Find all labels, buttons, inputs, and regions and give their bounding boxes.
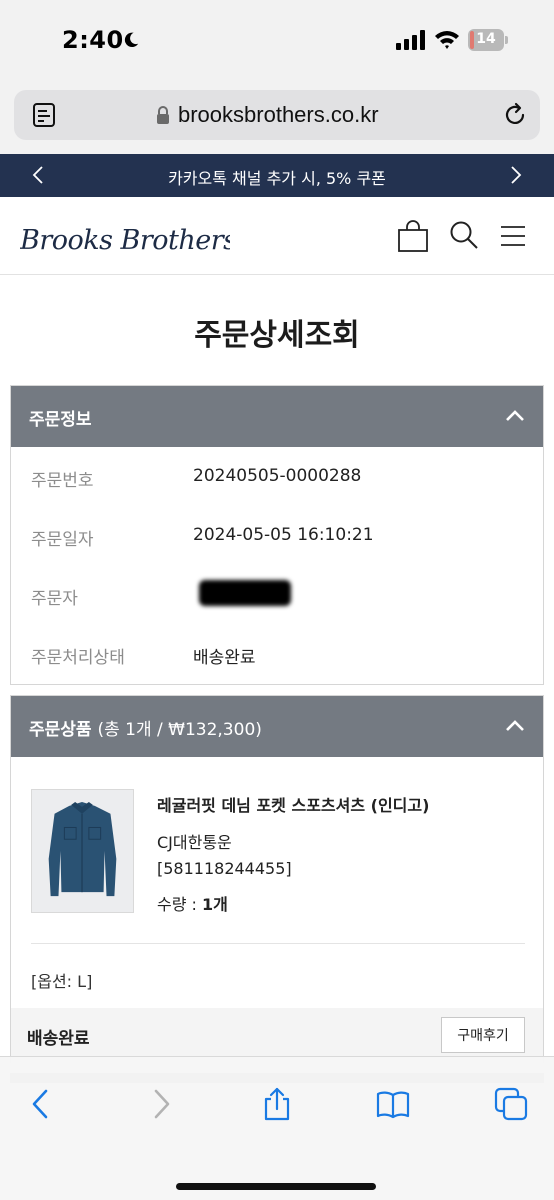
product-option: [옵션: L] xyxy=(31,972,93,991)
chevron-right-icon[interactable] xyxy=(504,164,526,186)
order-info-panel: 주문정보 주문번호 20240505-0000288 주문일자 2024-05-… xyxy=(10,385,544,685)
forward-icon[interactable] xyxy=(144,1087,178,1121)
info-label: 주문번호 xyxy=(31,471,94,491)
svg-text:Brooks Brothers: Brooks Brothers xyxy=(20,225,230,256)
info-label: 주문일자 xyxy=(31,530,94,550)
carrier-name: CJ대한통운 xyxy=(157,833,232,852)
order-summary: (총 1개 / ₩132,300) xyxy=(97,720,262,740)
promo-banner[interactable]: 카카오톡 채널 추가 시, 5% 쿠폰 xyxy=(0,154,554,197)
quantity-label: 수량 : xyxy=(157,895,203,914)
product-thumbnail[interactable] xyxy=(31,789,134,913)
quantity: 수량 : 1개 xyxy=(157,891,228,915)
reader-icon[interactable] xyxy=(32,103,56,127)
back-icon[interactable] xyxy=(24,1087,58,1121)
tabs-icon[interactable] xyxy=(494,1087,528,1121)
moon-icon xyxy=(124,32,139,48)
orderer-row: 주문자 xyxy=(31,580,531,609)
menu-icon[interactable] xyxy=(498,221,528,251)
battery-level: 14 xyxy=(476,31,496,47)
browser-toolbar: brooksbrothers.co.kr xyxy=(0,84,554,154)
chevron-up-icon[interactable] xyxy=(503,404,527,428)
info-label: 주문처리상태 xyxy=(31,648,125,668)
wifi-icon xyxy=(435,31,459,49)
address-bar[interactable]: brooksbrothers.co.kr xyxy=(14,90,540,140)
divider xyxy=(31,943,525,944)
promo-text[interactable]: 카카오톡 채널 추가 시, 5% 쿠폰 xyxy=(0,165,554,189)
chevron-up-icon[interactable] xyxy=(503,714,527,738)
order-info-header[interactable]: 주문정보 xyxy=(11,386,543,447)
shopping-bag-icon[interactable] xyxy=(396,219,430,253)
site-header: Brooks Brothers xyxy=(0,197,554,275)
delivery-status-row: 배송완료 구매후기 xyxy=(11,1008,543,1063)
order-info-heading: 주문정보 xyxy=(29,410,92,430)
tracking-number[interactable]: [581118244455] xyxy=(157,859,292,878)
info-value: 20240505-0000288 xyxy=(193,466,362,486)
order-status-row: 주문처리상태 배송완료 xyxy=(31,643,531,668)
info-label: 주문자 xyxy=(31,589,78,609)
write-review-button[interactable]: 구매후기 xyxy=(441,1017,525,1053)
quantity-value: 1개 xyxy=(202,895,228,914)
lock-icon xyxy=(157,106,169,124)
redacted-name xyxy=(199,580,291,606)
order-products-header[interactable]: 주문상품 (총 1개 / ₩132,300) xyxy=(11,696,543,757)
share-icon[interactable] xyxy=(260,1087,294,1121)
shirt-image xyxy=(48,801,117,897)
page-title: 주문상세조회 xyxy=(194,318,360,353)
order-number-row: 주문번호 20240505-0000288 xyxy=(31,466,531,491)
order-date-row: 주문일자 2024-05-05 16:10:21 xyxy=(31,525,531,550)
info-value: 2024-05-05 16:10:21 xyxy=(193,525,374,545)
order-products-heading: 주문상품 xyxy=(29,720,92,740)
bookmarks-icon[interactable] xyxy=(376,1087,410,1121)
status-time: 2:40 xyxy=(62,26,124,54)
browser-bottom-toolbar xyxy=(0,1056,554,1200)
status-bar: 2:40 14 xyxy=(0,0,554,84)
info-value: 배송완료 xyxy=(193,648,256,668)
product-name[interactable]: 레귤러핏 데님 포켓 스포츠셔츠 (인디고) xyxy=(157,792,429,816)
delivery-status: 배송완료 xyxy=(27,1029,90,1049)
url-text[interactable]: brooksbrothers.co.kr xyxy=(178,102,379,128)
battery-icon: 14 xyxy=(468,29,508,51)
order-products-panel: 주문상품 (총 1개 / ₩132,300) 레귤러핏 데님 포켓 스포츠셔츠 … xyxy=(10,695,544,1063)
search-icon[interactable] xyxy=(448,219,480,251)
signal-icon xyxy=(396,30,425,50)
home-indicator xyxy=(176,1183,376,1190)
brand-logo[interactable]: Brooks Brothers xyxy=(20,217,230,259)
reload-icon[interactable] xyxy=(502,102,528,128)
